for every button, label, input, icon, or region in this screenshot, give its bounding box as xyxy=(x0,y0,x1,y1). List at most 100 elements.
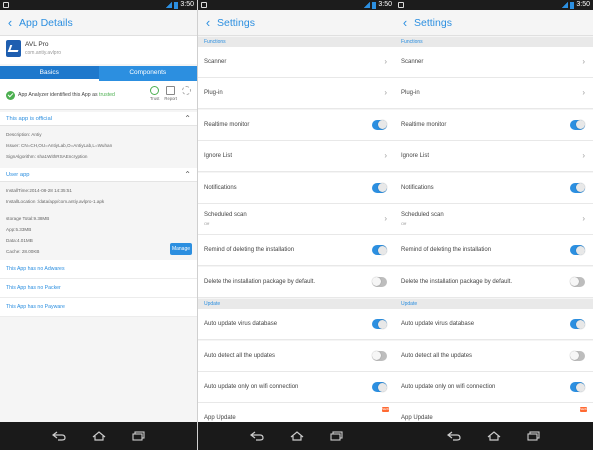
toggle-switch[interactable] xyxy=(372,276,387,287)
page-title: App Details xyxy=(19,16,73,29)
setting-row-auto-detect-all-the-updates[interactable]: Auto detect all the updates xyxy=(198,340,395,372)
no-adwares-link[interactable]: This App has no Adwares xyxy=(0,260,197,279)
chevron-right-icon: › xyxy=(384,214,387,223)
new-badge: NEW xyxy=(382,407,389,413)
app-name: AVL Pro xyxy=(25,41,49,48)
report-button[interactable]: Report xyxy=(164,86,177,101)
new-badge: NEW xyxy=(580,407,587,413)
functions-header: Functions xyxy=(395,37,593,47)
storage-total: storage Total:9.38MB xyxy=(6,216,50,221)
chevron-right-icon: › xyxy=(582,88,585,98)
settings-button[interactable] xyxy=(182,86,191,101)
back-icon[interactable]: ‹ xyxy=(200,10,216,36)
toggle-switch[interactable] xyxy=(570,382,585,392)
status-time: 3:50 xyxy=(576,1,590,8)
no-packer-link[interactable]: This App has no Packer xyxy=(0,279,197,298)
setting-label: Auto detect all the updates xyxy=(204,352,276,359)
setting-label: Scanner xyxy=(401,59,424,65)
setting-row-scanner[interactable]: Scanner › xyxy=(395,47,593,78)
setting-row-auto-update-virus-database[interactable]: Auto update virus database xyxy=(395,309,593,341)
status-time: 3:50 xyxy=(378,1,392,8)
toggle-switch[interactable] xyxy=(372,182,387,193)
setting-label: Auto update only on wifi connection xyxy=(204,384,299,390)
setting-label: Remind of deleting the installation xyxy=(401,247,492,254)
tab-components[interactable]: Components xyxy=(99,66,198,81)
manage-button[interactable]: Manage xyxy=(170,243,192,255)
setting-label: Ignore List xyxy=(401,153,430,160)
setting-label: Ignore List xyxy=(204,153,233,160)
home-nav-icon[interactable] xyxy=(487,431,501,441)
recents-nav-icon[interactable] xyxy=(527,431,541,441)
setting-row-scheduled-scan[interactable]: Scheduled scan Off › xyxy=(395,204,593,235)
toggle-switch[interactable] xyxy=(372,350,387,361)
nav-bar xyxy=(198,422,395,450)
back-nav-icon[interactable] xyxy=(447,431,461,441)
setting-label: Auto update virus database xyxy=(204,321,278,328)
setting-row-plug-in[interactable]: Plug-in › xyxy=(198,78,395,110)
setting-row-remind-of-deleting-the-installation[interactable]: Remind of deleting the installation xyxy=(198,235,395,267)
setting-row-notifications[interactable]: Notifications xyxy=(395,172,593,204)
notification-icon xyxy=(398,2,404,8)
setting-row-auto-update-virus-database[interactable]: Auto update virus database xyxy=(198,309,395,341)
tab-basics[interactable]: Basics xyxy=(0,66,99,81)
home-nav-icon[interactable] xyxy=(290,431,304,441)
back-nav-icon[interactable] xyxy=(249,431,264,441)
user-app-info: InstallTime:2014-08-28 14:35:51 InstallL… xyxy=(0,182,197,260)
recents-nav-icon[interactable] xyxy=(131,431,146,441)
setting-label: Auto update only on wifi connection xyxy=(401,384,496,390)
setting-row-remind-of-deleting-the-installation[interactable]: Remind of deleting the installation xyxy=(395,235,593,267)
setting-row-ignore-list[interactable]: Ignore List › xyxy=(198,141,395,173)
toggle-switch[interactable] xyxy=(570,245,585,256)
setting-row-notifications[interactable]: Notifications xyxy=(198,172,395,204)
toggle-switch[interactable] xyxy=(570,319,585,330)
setting-row-auto-detect-all-the-updates[interactable]: Auto detect all the updates xyxy=(395,340,593,372)
toggle-switch[interactable] xyxy=(570,119,585,130)
setting-label: Realtime monitor xyxy=(204,121,250,128)
setting-label: Plug-in xyxy=(204,90,223,97)
setting-row-delete-the-installation-package-by-default[interactable]: Delete the installation package by defau… xyxy=(198,266,395,298)
page-title: Settings xyxy=(414,16,452,29)
back-nav-icon[interactable] xyxy=(51,431,66,441)
user-app-section-header[interactable]: User app ⌃ xyxy=(0,168,197,182)
signal-icon xyxy=(562,2,569,8)
recents-nav-icon[interactable] xyxy=(329,431,344,441)
setting-row-delete-the-installation-package-by-default[interactable]: Delete the installation package by defau… xyxy=(395,266,593,298)
setting-row-scheduled-scan[interactable]: Scheduled scan Off › xyxy=(198,204,395,235)
setting-row-ignore-list[interactable]: Ignore List › xyxy=(395,141,593,173)
install-location: InstallLocation :/data/app/com.antiy.avl… xyxy=(6,199,105,204)
back-icon[interactable]: ‹ xyxy=(2,10,18,36)
setting-sublabel: Off xyxy=(204,221,210,226)
setting-row-auto-update-only-on-wifi-connection[interactable]: Auto update only on wifi connection xyxy=(395,372,593,403)
toggle-switch[interactable] xyxy=(372,245,387,256)
status-bar: 3:50 xyxy=(198,0,395,10)
setting-row-plug-in[interactable]: Plug-in › xyxy=(395,78,593,110)
back-icon[interactable]: ‹ xyxy=(397,10,413,36)
setting-row-realtime-monitor[interactable]: Realtime monitor xyxy=(395,109,593,141)
setting-label: App Update xyxy=(401,415,433,422)
toggle-switch[interactable] xyxy=(372,319,387,330)
verdict-status: trusted xyxy=(99,92,115,98)
trust-label: Trust xyxy=(150,96,160,101)
trust-button[interactable]: Trust xyxy=(150,86,159,101)
official-section-header[interactable]: This app is official ⌃ xyxy=(0,112,197,126)
info-description: Description: Antiy xyxy=(6,132,42,137)
user-app-title: User app xyxy=(6,172,30,178)
home-nav-icon[interactable] xyxy=(92,431,106,441)
toggle-switch[interactable] xyxy=(372,382,387,392)
verdict-bar: App Analyzer identified this App as trus… xyxy=(0,81,197,110)
setting-label: Notifications xyxy=(401,184,434,191)
setting-row-auto-update-only-on-wifi-connection[interactable]: Auto update only on wifi connection xyxy=(198,372,395,403)
official-title: This app is official xyxy=(6,116,52,122)
settings-panel-a: 3:50 ‹ Settings Functions Scanner › Plug-in › Re… xyxy=(198,0,395,450)
setting-label: Scheduled scan xyxy=(204,212,247,218)
toggle-switch[interactable] xyxy=(570,350,585,361)
setting-label: Remind of deleting the installation xyxy=(204,247,295,254)
storage-app: App:5.33MB xyxy=(6,227,32,232)
no-payware-link[interactable]: This App has no Payware xyxy=(0,298,197,317)
toggle-switch[interactable] xyxy=(372,119,387,130)
toggle-switch[interactable] xyxy=(570,182,585,193)
toggle-switch[interactable] xyxy=(570,276,585,287)
setting-row-realtime-monitor[interactable]: Realtime monitor xyxy=(198,109,395,141)
setting-row-scanner[interactable]: Scanner › xyxy=(198,47,395,78)
setting-label: App Update xyxy=(204,415,236,422)
